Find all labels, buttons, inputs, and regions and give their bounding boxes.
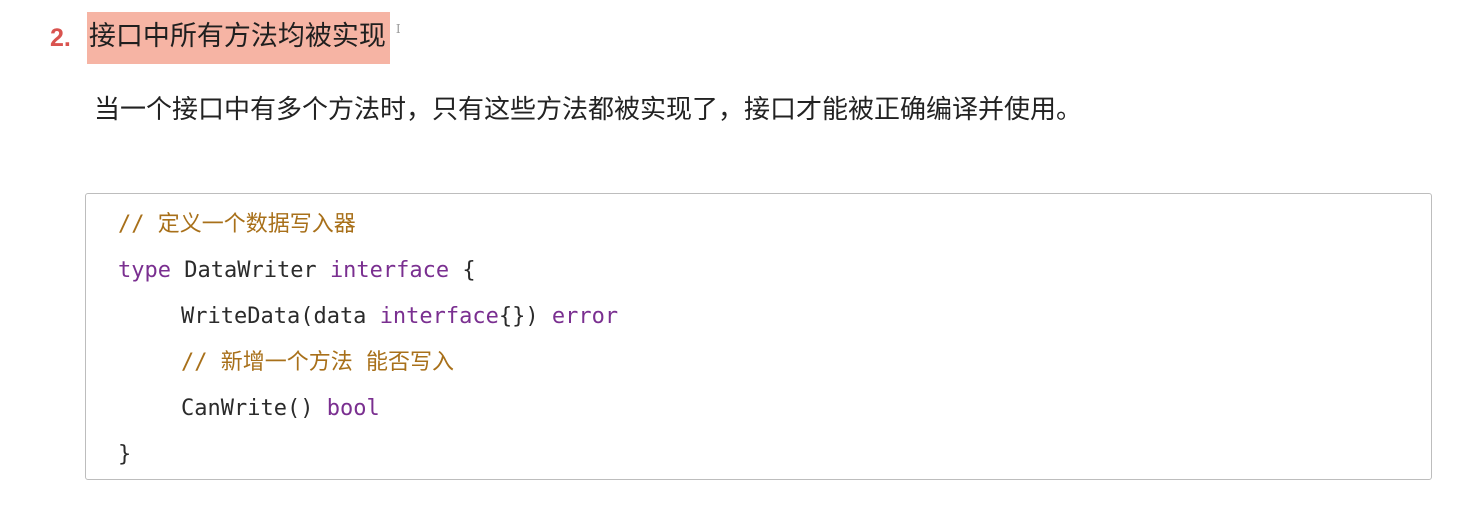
heading-title-highlighted[interactable]: 接口中所有方法均被实现 bbox=[86, 12, 390, 64]
code-line-4: // 新增一个方法 能否写入 bbox=[118, 346, 1431, 392]
code-line-5: CanWrite() bool bbox=[118, 392, 1431, 438]
code-block[interactable]: // 定义一个数据写入器 type DataWriter interface {… bbox=[85, 193, 1432, 480]
code-keyword-bool: bool bbox=[326, 396, 380, 421]
code-keyword-error: error bbox=[551, 304, 619, 329]
description-paragraph: 当一个接口中有多个方法时，只有这些方法都被实现了，接口才能被正确编译并使用。 bbox=[94, 95, 1083, 125]
code-method-signature: CanWrite() bbox=[181, 396, 327, 421]
text-cursor-icon: I bbox=[395, 22, 401, 36]
heading-number: 2. bbox=[50, 23, 71, 52]
document-page: 2. 接口中所有方法均被实现 I 当一个接口中有多个方法时，只有这些方法都被实现… bbox=[0, 0, 1478, 532]
code-line-1: // 定义一个数据写入器 bbox=[118, 208, 1431, 254]
code-brace-open: { bbox=[449, 258, 476, 283]
code-keyword-interface: interface bbox=[379, 304, 499, 329]
code-method-signature: WriteData(data bbox=[181, 304, 380, 329]
code-line-3: WriteData(data interface{}) error bbox=[118, 300, 1431, 346]
code-identifier: DataWriter bbox=[170, 258, 330, 283]
code-brace-close: } bbox=[118, 442, 132, 467]
code-keyword-interface: interface bbox=[329, 258, 450, 283]
code-comment: // 新增一个方法 能否写入 bbox=[181, 350, 454, 375]
code-punctuation: {}) bbox=[498, 304, 552, 329]
code-line-2: type DataWriter interface { bbox=[118, 254, 1431, 300]
code-keyword-type: type bbox=[118, 258, 171, 283]
section-heading: 2. 接口中所有方法均被实现 I bbox=[50, 12, 401, 64]
code-comment: // 定义一个数据写入器 bbox=[118, 212, 356, 237]
code-line-6: } bbox=[118, 438, 1431, 484]
